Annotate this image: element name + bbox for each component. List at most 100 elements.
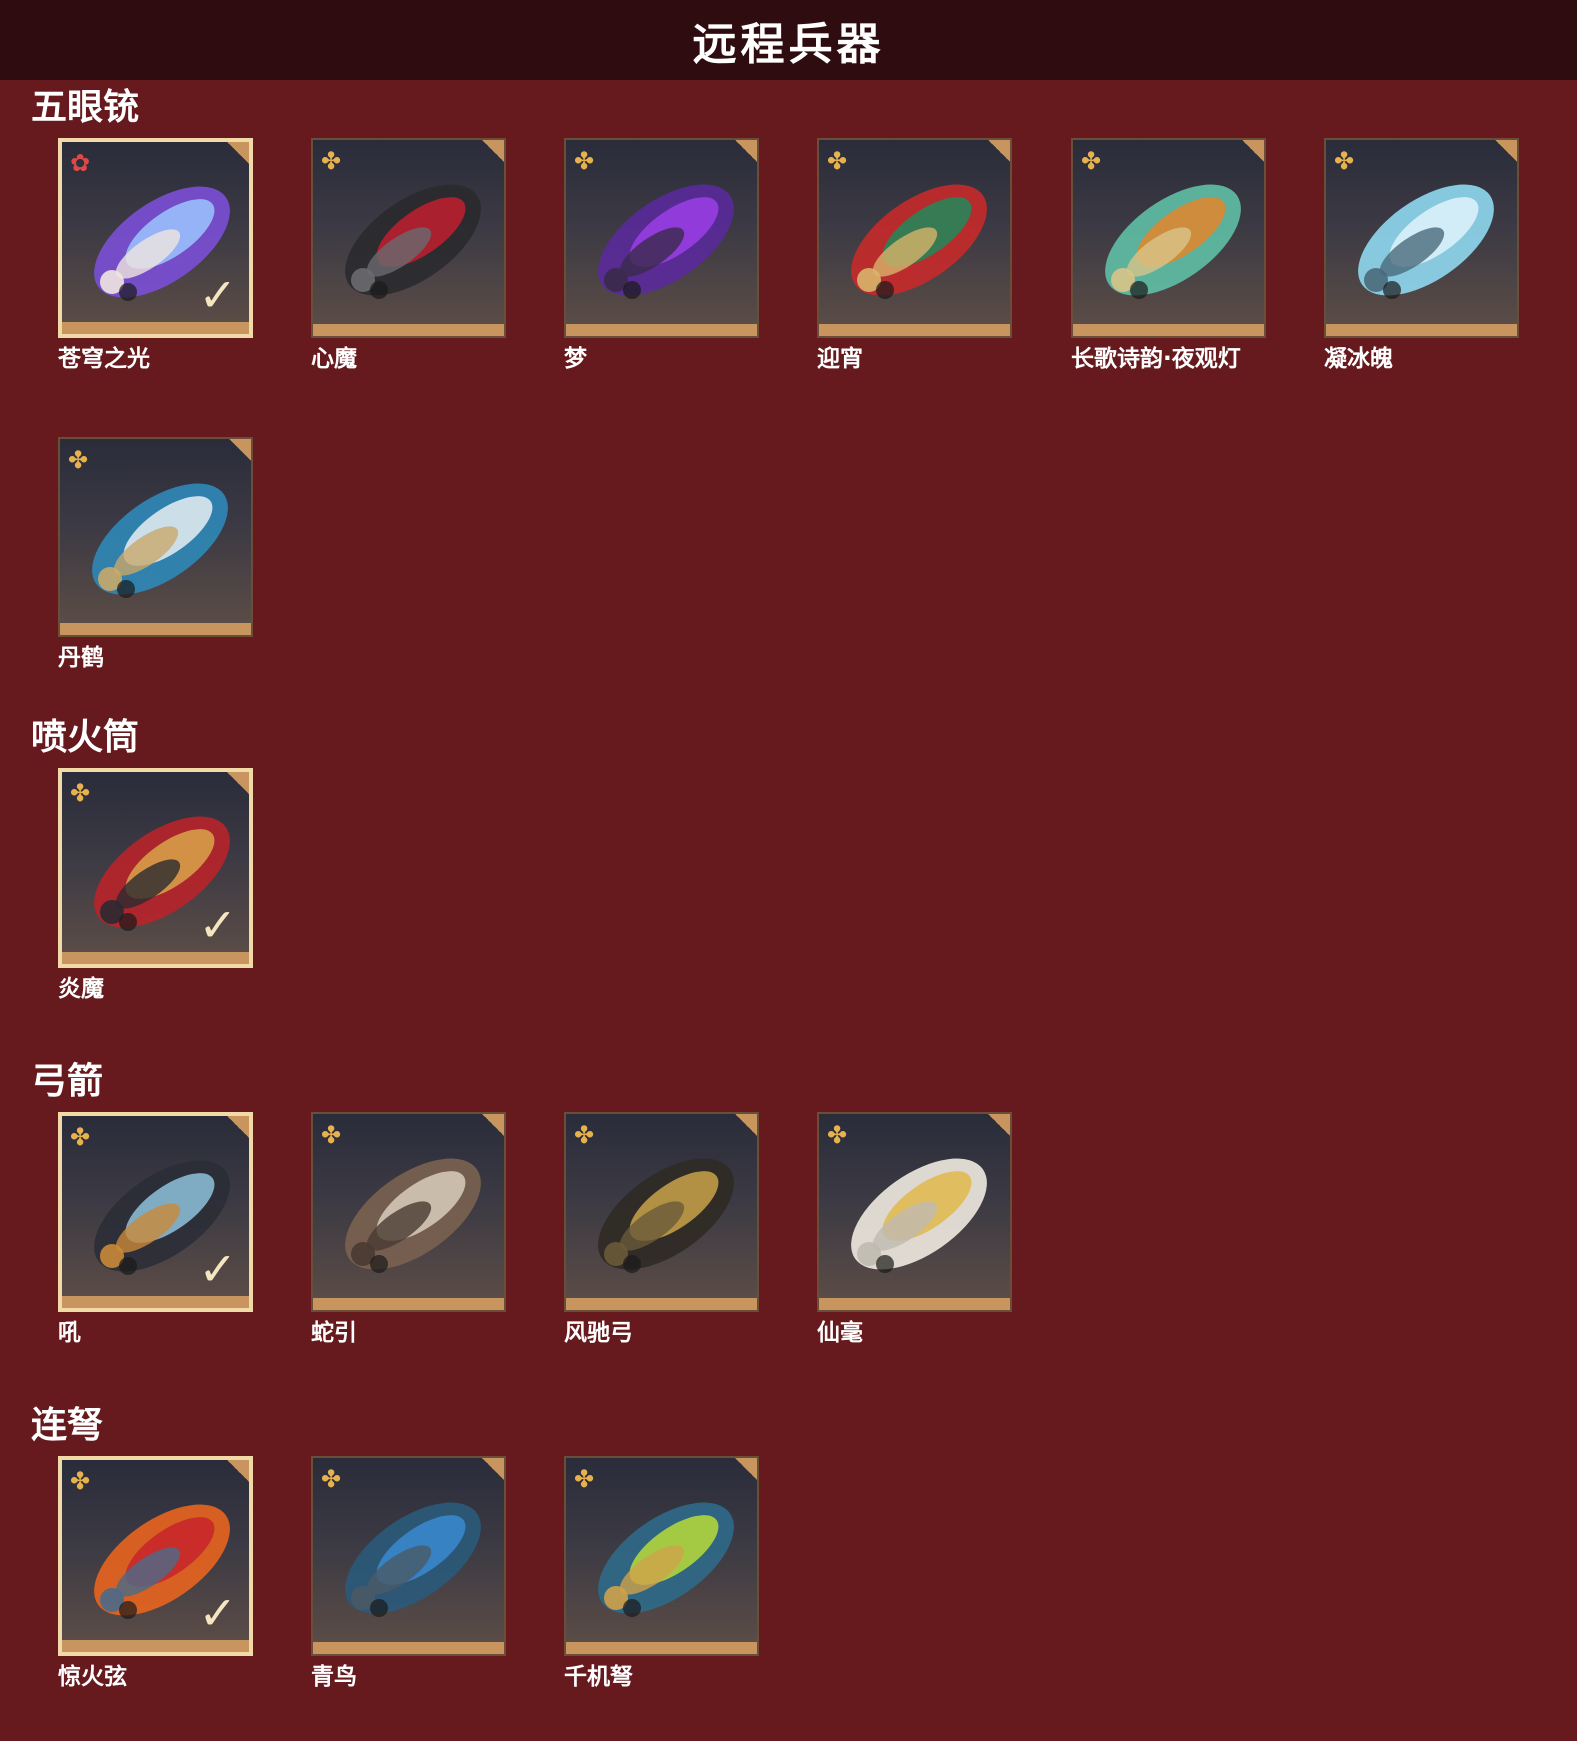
page-title: 远程兵器 <box>692 19 885 70</box>
weapon-card[interactable]: ✤ 梦 <box>564 138 759 372</box>
quality-bar <box>566 1298 757 1310</box>
weapon-card[interactable]: ✤ 蛇引 <box>311 1112 506 1346</box>
quality-bar <box>819 1298 1010 1310</box>
gold-star-icon: ✤ <box>827 1121 848 1149</box>
gold-star-icon: ✤ <box>1334 147 1355 175</box>
quality-bar <box>1073 324 1264 336</box>
quality-bar <box>566 324 757 336</box>
corner-tag-icon <box>988 1114 1010 1136</box>
weapon-art <box>345 184 481 299</box>
weapon-thumbnail: ✤ <box>311 138 506 338</box>
weapon-thumbnail: ✤ <box>564 138 759 338</box>
weapon-thumbnail: ✤ <box>58 437 253 637</box>
weapon-thumbnail: ✤ ✓ <box>58 1456 253 1656</box>
weapon-thumbnail: ✤ <box>311 1112 506 1312</box>
weapon-name: 长歌诗韵·夜观灯 <box>1071 346 1241 372</box>
weapon-card[interactable]: ✤ 长歌诗韵·夜观灯 <box>1071 138 1266 372</box>
checkmark-icon: ✓ <box>198 898 237 952</box>
weapon-name: 惊火弦 <box>58 1664 127 1690</box>
section-title-bow: 弓箭 <box>31 1061 104 1102</box>
weapon-art <box>598 184 734 299</box>
weapon-card[interactable]: ✤ ✓ 炎魔 <box>58 768 253 1002</box>
corner-tag-icon <box>735 140 757 162</box>
quality-bar <box>819 324 1010 336</box>
weapon-card[interactable]: ✤ 青鸟 <box>311 1456 506 1690</box>
corner-tag-icon <box>1242 140 1264 162</box>
weapon-art <box>598 1158 734 1273</box>
weapon-card[interactable]: ✤ 丹鹤 <box>58 437 253 671</box>
corner-tag-icon <box>227 1116 249 1138</box>
weapon-art <box>598 1502 734 1617</box>
weapon-thumbnail: ✿ ✓ <box>58 138 253 338</box>
corner-tag-icon <box>988 140 1010 162</box>
gold-star-icon: ✤ <box>70 1123 91 1151</box>
gold-star-icon: ✤ <box>321 1465 342 1493</box>
weapon-art <box>1358 184 1494 299</box>
weapon-name: 迎宵 <box>817 346 863 372</box>
checkmark-icon: ✓ <box>198 1586 237 1640</box>
weapon-card[interactable]: ✤ ✓ 吼 <box>58 1112 253 1346</box>
checkmark-icon: ✓ <box>198 1242 237 1296</box>
section-title-flamethrower: 喷火筒 <box>31 717 140 758</box>
weapon-card[interactable]: ✤ ✓ 惊火弦 <box>58 1456 253 1690</box>
weapon-card[interactable]: ✤ 心魔 <box>311 138 506 372</box>
weapon-name: 苍穹之光 <box>58 346 150 372</box>
weapon-name: 炎魔 <box>58 976 104 1002</box>
weapon-name: 蛇引 <box>311 1320 357 1346</box>
weapon-card[interactable]: ✤ 风驰弓 <box>564 1112 759 1346</box>
corner-tag-icon <box>735 1458 757 1480</box>
weapon-art <box>92 483 228 598</box>
weapon-thumbnail: ✤ <box>564 1112 759 1312</box>
weapon-name: 千机弩 <box>564 1664 633 1690</box>
gold-star-icon: ✤ <box>574 1121 595 1149</box>
weapon-art <box>345 1158 481 1273</box>
weapon-card[interactable]: ✤ 迎宵 <box>817 138 1012 372</box>
corner-tag-icon <box>482 1114 504 1136</box>
quality-bar <box>62 1640 249 1652</box>
checkmark-icon: ✓ <box>198 268 237 322</box>
weapon-name: 风驰弓 <box>564 1320 633 1346</box>
quality-bar <box>62 1296 249 1308</box>
weapon-name: 丹鹤 <box>58 645 104 671</box>
weapon-thumbnail: ✤ <box>1071 138 1266 338</box>
corner-tag-icon <box>735 1114 757 1136</box>
corner-tag-icon <box>227 142 249 164</box>
corner-tag-icon <box>227 1460 249 1482</box>
weapon-name: 梦 <box>564 346 587 372</box>
gold-star-icon: ✤ <box>827 147 848 175</box>
weapon-thumbnail: ✤ <box>564 1456 759 1656</box>
weapon-thumbnail: ✤ ✓ <box>58 768 253 968</box>
gold-star-icon: ✤ <box>574 147 595 175</box>
weapon-name: 心魔 <box>311 346 357 372</box>
gold-star-icon: ✤ <box>70 1467 91 1495</box>
weapon-art <box>851 184 987 299</box>
weapon-card[interactable]: ✤ 仙毫 <box>817 1112 1012 1346</box>
gold-star-icon: ✤ <box>1081 147 1102 175</box>
weapon-thumbnail: ✤ <box>817 138 1012 338</box>
gold-star-icon: ✤ <box>70 779 91 807</box>
weapon-card[interactable]: ✤ 凝冰魄 <box>1324 138 1519 372</box>
corner-tag-icon <box>229 439 251 461</box>
weapon-thumbnail: ✤ <box>311 1456 506 1656</box>
weapon-thumbnail: ✤ <box>817 1112 1012 1312</box>
section-title-repeating-crossbow: 连弩 <box>31 1405 104 1446</box>
weapon-card[interactable]: ✤ 千机弩 <box>564 1456 759 1690</box>
quality-bar <box>62 952 249 964</box>
weapon-art <box>851 1158 987 1273</box>
quality-bar <box>1326 324 1517 336</box>
corner-tag-icon <box>482 1458 504 1480</box>
weapon-name: 青鸟 <box>311 1664 357 1690</box>
weapon-card[interactable]: ✿ ✓ 苍穹之光 <box>58 138 253 372</box>
red-star-icon: ✿ <box>70 149 91 177</box>
weapon-name: 凝冰魄 <box>1324 346 1393 372</box>
quality-bar <box>62 322 249 334</box>
section-title-five-barrel-gun: 五眼铳 <box>31 87 140 128</box>
quality-bar <box>566 1642 757 1654</box>
gold-star-icon: ✤ <box>68 446 89 474</box>
quality-bar <box>313 1298 504 1310</box>
gold-star-icon: ✤ <box>321 1121 342 1149</box>
corner-tag-icon <box>227 772 249 794</box>
corner-tag-icon <box>1495 140 1517 162</box>
weapon-art <box>345 1502 481 1617</box>
quality-bar <box>313 324 504 336</box>
